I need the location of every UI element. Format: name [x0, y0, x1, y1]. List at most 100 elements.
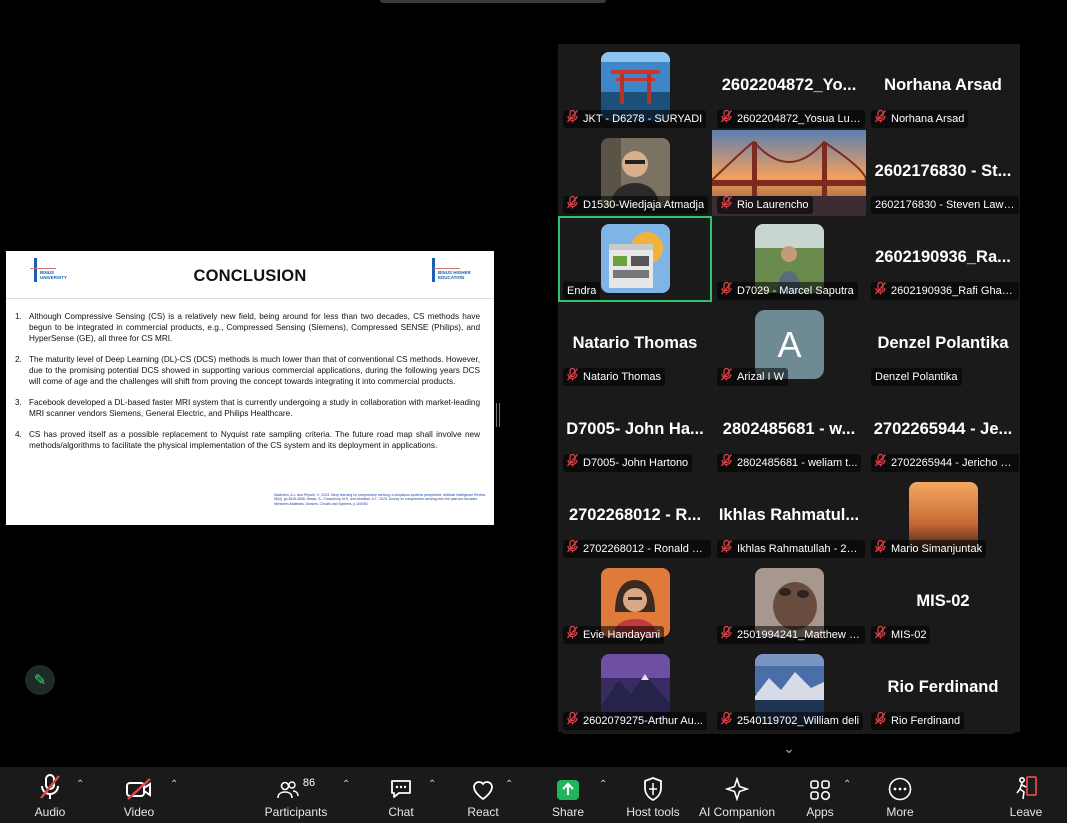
conclusion-item: 3. Facebook developed a DL-based faster M…	[15, 398, 480, 418]
meeting-toolbar: Audio ⌃ Video ⌃ 86 Participants ⌃ Chat ⌃…	[0, 767, 1067, 823]
participant-name-label: 2602204872_Yosua Lum...	[717, 110, 865, 128]
heart-react-icon	[471, 767, 495, 801]
audio-button[interactable]: Audio	[32, 767, 68, 823]
participant-display-name: D7005- John Ha...	[566, 420, 704, 438]
leave-button[interactable]: Leave	[1009, 767, 1043, 823]
participants-count: 86	[302, 777, 316, 789]
sparkle-icon	[725, 767, 749, 801]
muted-mic-icon	[567, 368, 583, 386]
share-caret-icon[interactable]: ⌃	[599, 779, 607, 790]
participant-tile[interactable]: Denzel Polantika Denzel Polantika	[866, 302, 1020, 388]
react-button[interactable]: React	[466, 767, 500, 823]
leave-door-icon	[1014, 767, 1038, 801]
participant-display-name: Ikhlas Rahmatul...	[718, 506, 860, 524]
participant-name-label: Natario Thomas	[563, 368, 666, 386]
host-tools-button[interactable]: Host tools	[625, 767, 681, 823]
annotate-pencil-icon[interactable]: ✎	[25, 665, 55, 695]
participant-tile[interactable]: Ikhlas Rahmatul... Ikhlas Rahmatullah - 2…	[712, 474, 866, 560]
participant-tile[interactable]: 2702265944 - Je... 2702265944 - Jericho J…	[866, 388, 1020, 474]
participant-name-label: Ikhlas Rahmatullah - 27...	[717, 540, 865, 558]
ai-companion-button[interactable]: AI Companion	[697, 767, 777, 823]
participant-avatar	[601, 224, 670, 293]
participant-name-label: D7005- John Hartono	[563, 454, 693, 472]
more-dots-icon	[888, 767, 912, 801]
muted-mic-icon	[721, 282, 737, 300]
video-button[interactable]: Video	[120, 767, 158, 823]
participant-name-label: 2602176830 - Steven Lawr...	[871, 196, 1019, 214]
participant-name-label: Arizal I W	[717, 368, 789, 386]
muted-mic-icon	[721, 368, 737, 386]
participant-tile[interactable]: Natario Thomas Natario Thomas	[558, 302, 712, 388]
apps-grid-icon	[809, 767, 831, 801]
participant-name-label: Denzel Polantika	[871, 368, 962, 386]
participant-name-label: 2802485681 - weliam t...	[717, 454, 862, 472]
participant-name-label: Norhana Arsad	[871, 110, 969, 128]
participants-caret-icon[interactable]: ⌃	[342, 779, 350, 790]
participant-tile[interactable]: 2802485681 - w... 2802485681 - weliam t..…	[712, 388, 866, 474]
participant-tile[interactable]: A Arizal I W	[712, 302, 866, 388]
apps-caret-icon[interactable]: ⌃	[843, 779, 851, 790]
conclusion-item: 2. The maturity level of Deep Learning (D…	[15, 355, 480, 386]
muted-mic-icon	[567, 712, 583, 730]
shield-icon	[643, 767, 663, 801]
participant-tile[interactable]: JKT - D6278 - SURYADI	[558, 44, 712, 130]
panel-resize-handle[interactable]	[496, 403, 500, 427]
apps-button[interactable]: Apps	[803, 767, 837, 823]
participant-tile[interactable]: 2540119702_William deli	[712, 646, 866, 732]
participant-tile[interactable]: 2602204872_Yo... 2602204872_Yosua Lum...	[712, 44, 866, 130]
participant-tile[interactable]: D7005- John Ha... D7005- John Hartono	[558, 388, 712, 474]
participant-tile[interactable]: D1530-Wiedjaja Atmadja	[558, 130, 712, 216]
participant-tile[interactable]: D7029 - Marcel Saputra	[712, 216, 866, 302]
participant-display-name: 2602176830 - St...	[874, 162, 1012, 180]
more-button[interactable]: More	[884, 767, 916, 823]
participant-display-name: MIS-02	[916, 592, 970, 610]
participant-tile[interactable]: 2602176830 - St... 2602176830 - Steven La…	[866, 130, 1020, 216]
participant-tile[interactable]: 2501994241_Matthew F...	[712, 560, 866, 646]
participant-tile[interactable]: 2702268012 - R... 2702268012 - Ronald C..…	[558, 474, 712, 560]
participant-display-name: Norhana Arsad	[884, 76, 1002, 94]
participant-name-label: 2540119702_William deli	[717, 712, 864, 730]
audio-options-caret-icon[interactable]: ⌃	[76, 779, 84, 790]
window-top-handle[interactable]	[380, 0, 606, 3]
participant-display-name: 2602204872_Yo...	[721, 76, 857, 94]
participants-button[interactable]: 86 Participants	[262, 767, 330, 823]
chat-caret-icon[interactable]: ⌃	[428, 779, 436, 790]
slide-references: Machidon, A.L. and Pejović, V., 2023. De…	[274, 493, 486, 506]
chat-button[interactable]: Chat	[385, 767, 417, 823]
participant-name-label: 2602079275-Arthur Au...	[563, 712, 707, 730]
muted-mic-icon	[875, 540, 891, 558]
participant-tile[interactable]: Endra	[558, 216, 712, 302]
slide-conclusion-list: 1. Although Compressive Sensing (CS) is a…	[15, 311, 480, 461]
participant-tile[interactable]: 2602190936_Ra... 2602190936_Rafi Ghazi B	[866, 216, 1020, 302]
participant-tile[interactable]: Rio Laurencho	[712, 130, 866, 216]
participant-tile[interactable]: Evie Handayani	[558, 560, 712, 646]
muted-mic-icon	[721, 540, 737, 558]
participant-tile[interactable]: 2602079275-Arthur Au...	[558, 646, 712, 732]
participant-tile[interactable]: Norhana Arsad Norhana Arsad	[866, 44, 1020, 130]
participant-display-name: 2702265944 - Je...	[873, 420, 1013, 438]
binus-higher-education-logo: BINUS HIGHER EDUCATION	[424, 256, 476, 284]
participant-name-label: Mario Simanjuntak	[871, 540, 987, 558]
muted-mic-icon	[875, 626, 891, 644]
video-options-caret-icon[interactable]: ⌃	[170, 779, 178, 790]
slide-header: BINUS UNIVERSITY CONCLUSION BINUS HIGHER…	[6, 251, 494, 297]
shared-screen: BINUS UNIVERSITY CONCLUSION BINUS HIGHER…	[6, 251, 494, 525]
participant-display-name: Rio Ferdinand	[887, 678, 999, 696]
participant-tile[interactable]: MIS-02 MIS-02	[866, 560, 1020, 646]
participants-icon: 86	[277, 767, 315, 801]
share-button[interactable]: Share	[551, 767, 585, 823]
muted-mic-icon	[721, 110, 737, 128]
muted-mic-icon	[721, 626, 737, 644]
muted-mic-icon	[567, 454, 583, 472]
participant-tile[interactable]: Rio Ferdinand Rio Ferdinand	[866, 646, 1020, 732]
participant-name-label: 2501994241_Matthew F...	[717, 626, 865, 644]
participant-display-name: Denzel Polantika	[877, 334, 1009, 352]
participant-name-label: Rio Ferdinand	[871, 712, 965, 730]
participant-display-name: 2802485681 - w...	[722, 420, 856, 438]
participant-tile[interactable]: Mario Simanjuntak	[866, 474, 1020, 560]
participant-name-label: D7029 - Marcel Saputra	[717, 282, 858, 300]
react-caret-icon[interactable]: ⌃	[505, 779, 513, 790]
muted-mic-icon	[875, 712, 891, 730]
gallery-scroll-down-chevron-icon[interactable]: ⌄	[780, 740, 798, 756]
muted-mic-icon	[567, 626, 583, 644]
